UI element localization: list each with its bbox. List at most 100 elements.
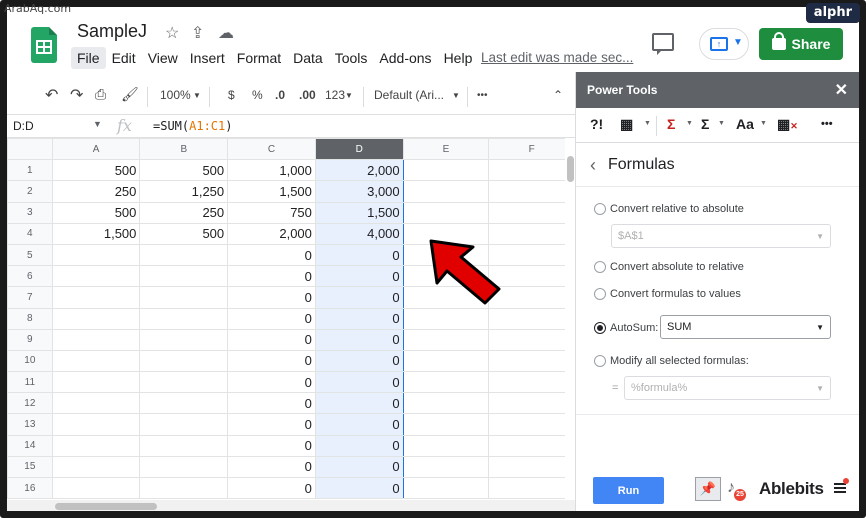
row-header[interactable]: 7 [7, 286, 53, 309]
decrease-decimal-button[interactable]: .0 [275, 88, 285, 102]
column-header[interactable]: F [488, 138, 575, 161]
radio-formulas-to-values[interactable] [594, 288, 606, 300]
info-icon[interactable]: ?! [590, 116, 603, 132]
print-icon[interactable]: ⎙ [95, 86, 106, 103]
cell[interactable]: 500 [51, 159, 141, 182]
cell[interactable]: 0 [314, 349, 404, 373]
cell[interactable]: 0 [227, 286, 316, 309]
cell[interactable]: 0 [227, 476, 316, 500]
option-relative-to-absolute[interactable]: Convert relative to absolute [594, 203, 744, 215]
row-header[interactable]: 4 [7, 222, 53, 245]
cell[interactable] [488, 328, 575, 351]
cell[interactable] [139, 434, 229, 457]
cell[interactable] [488, 180, 575, 203]
cell[interactable]: 0 [227, 349, 316, 373]
row-header[interactable]: 15 [7, 455, 53, 479]
undo-icon[interactable]: ↶ [45, 85, 58, 105]
cell[interactable]: 0 [314, 286, 404, 309]
cell[interactable]: 0 [227, 434, 316, 457]
cell[interactable] [139, 455, 229, 479]
cell[interactable]: 0 [227, 371, 316, 394]
more-formats-button[interactable]: 123 [325, 88, 345, 102]
cell[interactable]: 250 [139, 201, 229, 224]
menu-insert[interactable]: Insert [184, 47, 231, 69]
column-header[interactable]: D [314, 138, 404, 161]
cell[interactable] [488, 159, 575, 182]
cell[interactable] [402, 434, 490, 457]
more-options-icon[interactable]: ••• [821, 118, 833, 130]
menu-help[interactable]: Help [438, 47, 479, 69]
cell[interactable] [51, 328, 141, 351]
cell[interactable] [139, 349, 229, 373]
menu-icon[interactable] [834, 483, 846, 493]
cell[interactable] [51, 349, 141, 373]
menu-format[interactable]: Format [231, 47, 287, 69]
cell[interactable]: 0 [314, 476, 404, 500]
cell[interactable]: 0 [227, 392, 316, 415]
select-all-corner[interactable] [7, 138, 53, 161]
cell[interactable] [402, 328, 490, 351]
cell[interactable]: 0 [227, 243, 316, 267]
reference-type-select[interactable]: $A$1 ▼ [611, 224, 831, 248]
more-options-icon[interactable]: ••• [477, 90, 488, 101]
increase-decimal-button[interactable]: .00 [299, 88, 316, 102]
cell[interactable]: 1,500 [314, 201, 404, 224]
star-icon[interactable]: ☆ [165, 23, 179, 43]
menu-data[interactable]: Data [287, 47, 329, 69]
cell[interactable] [488, 201, 575, 224]
cell[interactable] [488, 371, 575, 394]
sigma-formulas-icon[interactable]: Σ [667, 116, 675, 132]
cell[interactable] [139, 286, 229, 309]
percent-format-button[interactable]: % [252, 88, 263, 102]
cell[interactable] [51, 286, 141, 309]
cell[interactable]: 500 [51, 201, 141, 224]
redo-icon[interactable]: ↷ [70, 85, 83, 105]
cell[interactable]: 0 [314, 307, 404, 330]
cell[interactable] [488, 349, 575, 373]
cell[interactable]: 750 [227, 201, 316, 224]
row-header[interactable]: 6 [7, 265, 53, 288]
cell[interactable]: 0 [314, 243, 404, 267]
cell[interactable]: 2,000 [227, 222, 316, 245]
cell[interactable]: 0 [314, 265, 404, 288]
chevron-left-icon[interactable]: ‹ [590, 155, 596, 176]
cell[interactable] [402, 476, 490, 500]
cell[interactable] [402, 307, 490, 330]
column-header[interactable]: B [139, 138, 229, 161]
share-button[interactable]: Share [759, 28, 843, 60]
cell[interactable]: 0 [227, 265, 316, 288]
cell[interactable] [139, 265, 229, 288]
cell[interactable]: 0 [227, 307, 316, 330]
row-header[interactable]: 13 [7, 413, 53, 436]
cell[interactable] [51, 434, 141, 457]
text-case-icon[interactable]: Aa [736, 116, 754, 132]
cell[interactable]: 0 [314, 392, 404, 415]
sheets-logo-icon[interactable] [31, 27, 57, 63]
cell[interactable] [402, 349, 490, 373]
cell[interactable] [139, 328, 229, 351]
close-icon[interactable]: ✕ [835, 80, 848, 100]
vertical-scrollbar[interactable] [565, 138, 575, 500]
cell[interactable] [139, 413, 229, 436]
run-button[interactable]: Run [593, 477, 664, 504]
cell[interactable]: 3,000 [314, 180, 404, 203]
horizontal-scrollbar[interactable] [7, 500, 575, 511]
column-header[interactable]: A [51, 138, 141, 161]
cell[interactable] [402, 201, 490, 224]
cell[interactable] [488, 413, 575, 436]
menu-tools[interactable]: Tools [329, 47, 374, 69]
cell[interactable] [139, 307, 229, 330]
cell[interactable] [402, 159, 490, 182]
cell[interactable]: 500 [139, 222, 229, 245]
name-box[interactable]: D:D [13, 119, 34, 133]
cell[interactable]: 0 [227, 455, 316, 479]
autosum-function-select[interactable]: SUM ▼ [660, 315, 831, 339]
document-title[interactable]: SampleJ [77, 21, 147, 42]
sigma-icon[interactable]: Σ [701, 116, 709, 132]
font-select[interactable]: Default (Ari... [374, 88, 444, 102]
radio-autosum[interactable] [594, 322, 606, 334]
option-formulas-to-values[interactable]: Convert formulas to values [594, 288, 741, 300]
modify-formula-select[interactable]: %formula% ▼ [624, 376, 831, 400]
currency-format-button[interactable]: $ [228, 88, 235, 102]
cell[interactable]: 0 [314, 371, 404, 394]
